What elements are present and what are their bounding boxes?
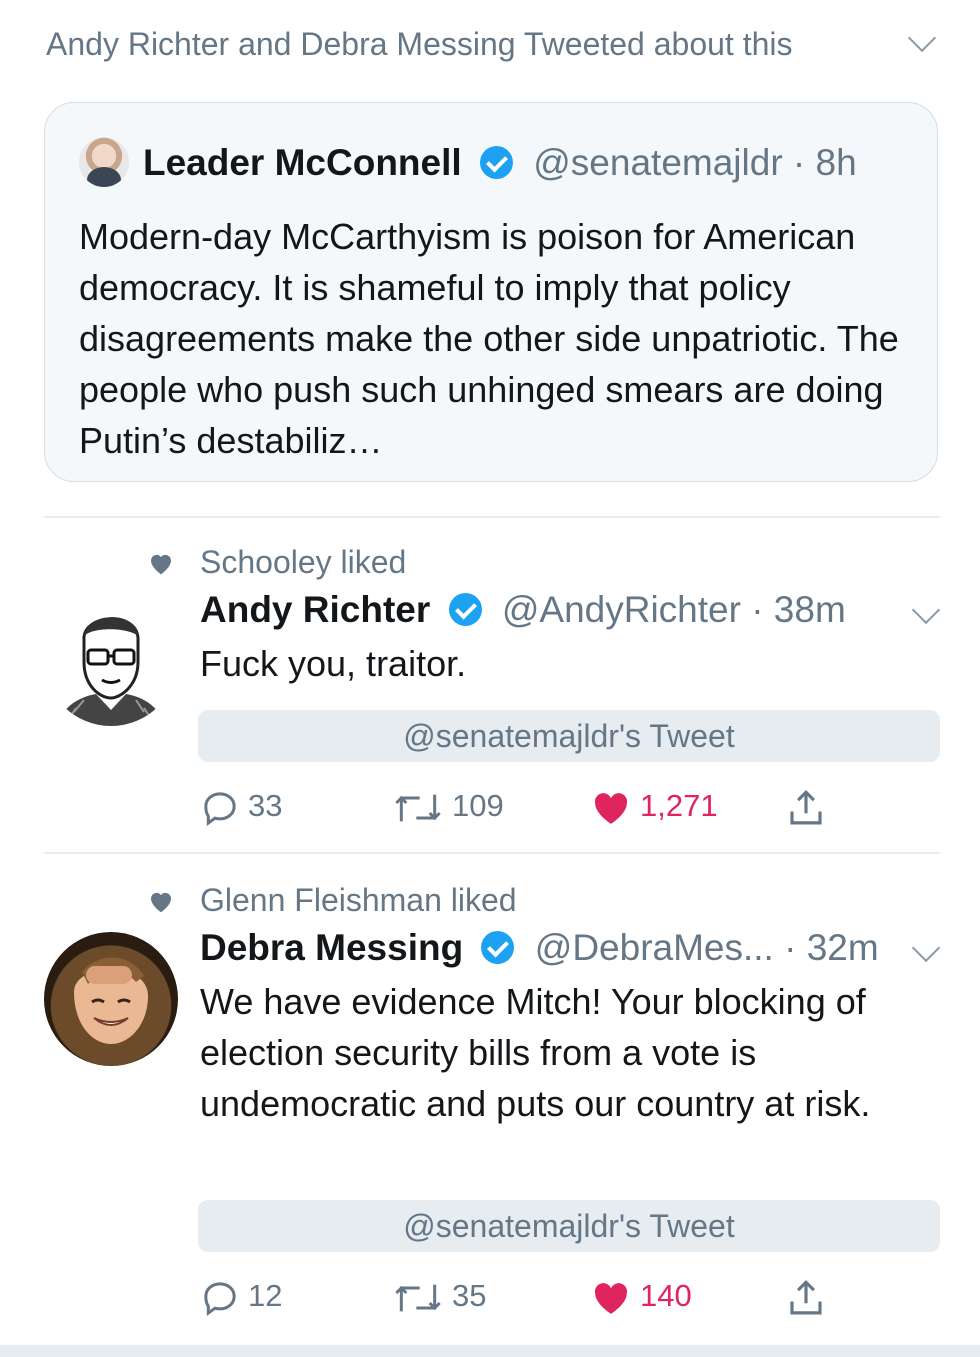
reply-button[interactable]: 33 bbox=[200, 784, 282, 828]
reply-count: 33 bbox=[248, 788, 283, 823]
avatar[interactable] bbox=[79, 137, 129, 187]
chevron-down-icon[interactable] bbox=[911, 595, 941, 625]
tweet-time[interactable]: · 8h bbox=[793, 142, 857, 183]
header-title: Andy Richter and Debra Messing Tweeted a… bbox=[46, 26, 793, 62]
retweet-button[interactable]: 109 bbox=[392, 784, 504, 828]
like-count: 1,271 bbox=[640, 788, 718, 823]
tweet-time[interactable]: · 38m bbox=[751, 589, 846, 630]
conversation-header: Andy Richter and Debra Messing Tweeted a… bbox=[46, 22, 946, 66]
tweet-time[interactable]: · 32m bbox=[784, 927, 879, 968]
chevron-down-icon[interactable] bbox=[907, 23, 937, 53]
liked-by-text[interactable]: Glenn Fleishman liked bbox=[200, 882, 517, 918]
quoted-tweet-author-line: Leader McConnell @senatemajldr · 8h bbox=[143, 139, 857, 187]
verified-badge-icon bbox=[448, 593, 482, 626]
social-context: Glenn Fleishman liked bbox=[146, 880, 517, 920]
verified-badge-icon bbox=[481, 931, 515, 964]
quoted-tweet-link[interactable]: @senatemajldr's Tweet bbox=[198, 1200, 940, 1252]
author-name[interactable]: Leader McConnell bbox=[143, 142, 462, 183]
like-button[interactable]: 140 bbox=[590, 1274, 692, 1318]
liked-by-text[interactable]: Schooley liked bbox=[200, 544, 406, 580]
like-button[interactable]: 1,271 bbox=[590, 784, 718, 828]
retweet-button[interactable]: 35 bbox=[392, 1274, 486, 1318]
heart-icon bbox=[594, 793, 628, 824]
author-name[interactable]: Andy Richter bbox=[200, 589, 430, 630]
reply-icon bbox=[204, 1282, 236, 1316]
divider bbox=[44, 852, 940, 854]
tweet-actions: 12 35 140 bbox=[198, 1274, 938, 1318]
quoted-tweet-link[interactable]: @senatemajldr's Tweet bbox=[198, 710, 940, 762]
like-count: 140 bbox=[640, 1278, 692, 1313]
chevron-down-icon[interactable] bbox=[911, 933, 941, 963]
tweet-text: We have evidence Mitch! Your blocking of… bbox=[200, 981, 871, 1124]
reply-button[interactable]: 12 bbox=[200, 1274, 282, 1318]
verified-badge-icon bbox=[479, 146, 513, 179]
social-context: Schooley liked bbox=[146, 542, 406, 582]
divider bbox=[44, 516, 940, 518]
retweet-count: 109 bbox=[452, 788, 504, 823]
tweet-author-line: Debra Messing @DebraMes... · 32m bbox=[200, 922, 879, 974]
section-separator bbox=[0, 1345, 980, 1357]
author-handle[interactable]: @DebraMes... bbox=[535, 927, 774, 968]
reply-count: 12 bbox=[248, 1278, 283, 1313]
share-icon bbox=[790, 1279, 822, 1315]
heart-icon bbox=[594, 1283, 628, 1314]
quoted-tweet-card[interactable]: Leader McConnell @senatemajldr · 8h Mode… bbox=[44, 102, 938, 482]
tweet-actions: 33 109 1,271 bbox=[198, 784, 938, 828]
reply-icon bbox=[204, 792, 236, 826]
quoted-tweet-text: Modern-day McCarthyism is poison for Ame… bbox=[79, 216, 899, 461]
avatar[interactable] bbox=[44, 932, 178, 1066]
share-button[interactable] bbox=[784, 784, 836, 828]
author-name[interactable]: Debra Messing bbox=[200, 927, 463, 968]
share-icon bbox=[790, 789, 822, 825]
share-button[interactable] bbox=[784, 1274, 836, 1318]
heart-icon bbox=[151, 554, 171, 575]
tweet-text: Fuck you, traitor. bbox=[200, 643, 467, 684]
avatar[interactable] bbox=[44, 592, 178, 726]
retweet-count: 35 bbox=[452, 1278, 487, 1313]
author-handle[interactable]: @AndyRichter bbox=[502, 589, 741, 630]
heart-icon bbox=[151, 892, 171, 913]
author-handle[interactable]: @senatemajldr bbox=[533, 142, 782, 183]
retweet-icon bbox=[395, 794, 441, 822]
tweet-author-line: Andy Richter @AndyRichter · 38m bbox=[200, 584, 846, 636]
retweet-icon bbox=[395, 1284, 441, 1312]
